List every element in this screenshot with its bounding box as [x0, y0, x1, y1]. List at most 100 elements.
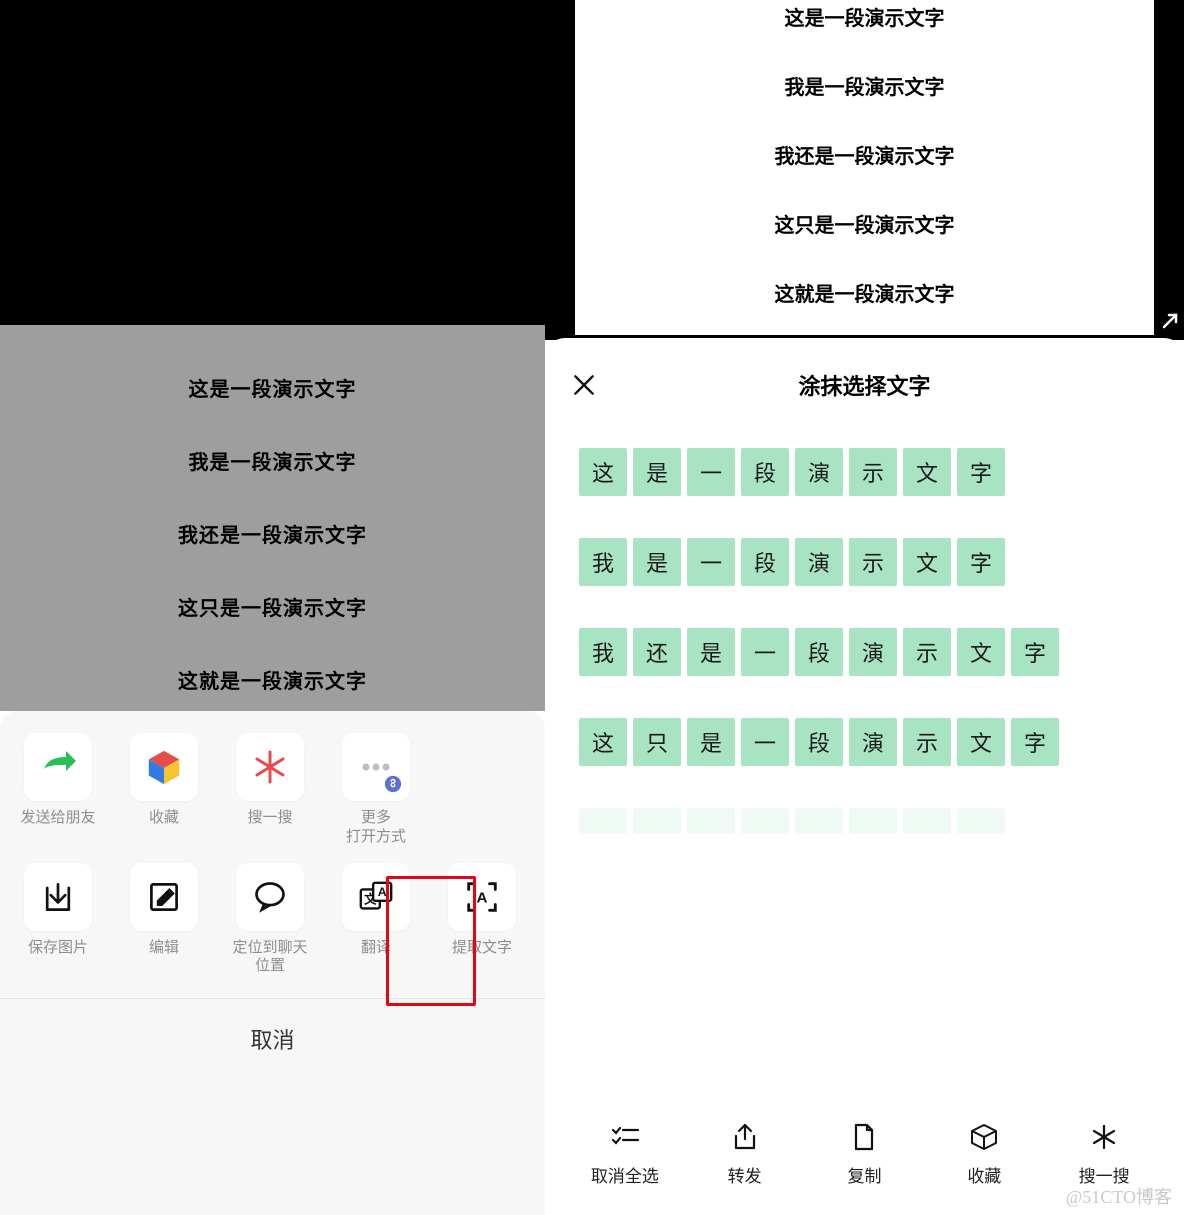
demo-text-line: 这是一段演示文字 — [785, 2, 945, 31]
char-box[interactable]: 是 — [633, 538, 681, 586]
tile-label: 发送给朋友 — [20, 809, 95, 828]
share-arrow-icon — [38, 747, 78, 787]
char-box[interactable]: 演 — [849, 628, 897, 676]
left-black-area — [0, 0, 545, 325]
demo-text-line: 我是一段演示文字 — [785, 71, 945, 100]
locate-in-chat-button[interactable]: 定位到聊天 位置 — [226, 863, 314, 977]
demo-text-line: 这只是一段演示文字 — [178, 592, 367, 621]
char-box[interactable]: 字 — [1011, 628, 1059, 676]
copy-button[interactable]: 复制 — [814, 1122, 914, 1187]
char-box[interactable]: 段 — [795, 628, 843, 676]
char-box[interactable]: 字 — [957, 538, 1005, 586]
char-box[interactable]: 是 — [687, 628, 735, 676]
black-strip-right — [1154, 0, 1184, 335]
char-row: 我还是一段演示文字 — [579, 628, 1150, 676]
action-row-1: 发送给朋友 收藏 — [14, 733, 531, 847]
char-box[interactable]: 字 — [957, 448, 1005, 496]
left-image-preview: 这是一段演示文字 我是一段演示文字 我还是一段演示文字 这只是一段演示文字 这就… — [0, 325, 545, 711]
more-open-with-button[interactable]: 更多 打开方式 — [332, 733, 420, 847]
right-screenshot: 这是一段演示文字 我是一段演示文字 我还是一段演示文字 这只是一段演示文字 这就… — [545, 0, 1184, 1215]
char-box[interactable]: 我 — [579, 538, 627, 586]
char-row: 这是一段演示文字 — [579, 448, 1150, 496]
search-button[interactable]: 搜一搜 — [226, 733, 314, 847]
char-box[interactable]: 是 — [633, 448, 681, 496]
char-box[interactable]: 文 — [903, 538, 951, 586]
right-image-preview: 这是一段演示文字 我是一段演示文字 我还是一段演示文字 这只是一段演示文字 这就… — [575, 0, 1154, 335]
char-box[interactable]: 演 — [795, 448, 843, 496]
char-box[interactable]: 一 — [687, 538, 735, 586]
ocr-extract-icon: A — [463, 878, 501, 916]
tile-label: 保存图片 — [28, 939, 88, 958]
tile-label: 收藏 — [149, 809, 179, 828]
char-box[interactable]: 只 — [633, 718, 681, 766]
checklist-icon — [610, 1122, 640, 1152]
translate-button[interactable]: 文 A 翻译 — [332, 863, 420, 977]
char-box[interactable]: 我 — [579, 628, 627, 676]
tile-label: 更多 打开方式 — [346, 809, 406, 847]
demo-text-line: 这只是一段演示文字 — [775, 209, 955, 238]
char-box[interactable]: 示 — [903, 628, 951, 676]
watermark-text: @51CTO博客 — [1066, 1183, 1172, 1209]
document-icon — [852, 1122, 876, 1152]
char-box[interactable]: 文 — [957, 628, 1005, 676]
char-row-ghost — [579, 808, 1150, 834]
char-row: 这只是一段演示文字 — [579, 718, 1150, 766]
demo-text-line: 我还是一段演示文字 — [178, 519, 367, 548]
demo-text-line: 这是一段演示文字 — [189, 373, 357, 402]
char-box[interactable]: 段 — [795, 718, 843, 766]
selectable-text-area: 这是一段演示文字 我是一段演示文字 我还是一段演示文字 这只是一段演示文字 — [545, 408, 1184, 1105]
deselect-all-button[interactable]: 取消全选 — [575, 1122, 675, 1187]
char-box[interactable]: 段 — [741, 448, 789, 496]
favorite-button[interactable]: 收藏 — [934, 1122, 1034, 1187]
extract-text-button[interactable]: A 提取文字 — [438, 863, 526, 977]
expand-arrow-icon[interactable] — [1160, 311, 1180, 331]
char-box[interactable]: 这 — [579, 448, 627, 496]
translate-icon: 文 A — [357, 878, 395, 916]
chat-bubble-icon — [251, 879, 289, 915]
char-box[interactable]: 还 — [633, 628, 681, 676]
char-box[interactable]: 演 — [849, 718, 897, 766]
search-button[interactable]: 搜一搜 — [1054, 1122, 1154, 1187]
char-box[interactable]: 演 — [795, 538, 843, 586]
action-label: 收藏 — [967, 1162, 1001, 1187]
panel-title: 涂抹选择文字 — [545, 369, 1184, 401]
right-top-preview: 这是一段演示文字 我是一段演示文字 我还是一段演示文字 这只是一段演示文字 这就… — [545, 0, 1184, 335]
edit-button[interactable]: 编辑 — [120, 863, 208, 977]
action-label: 取消全选 — [591, 1162, 659, 1187]
favorite-button[interactable]: 收藏 — [120, 733, 208, 847]
char-box[interactable]: 示 — [849, 538, 897, 586]
char-box[interactable]: 文 — [903, 448, 951, 496]
panel-header: 涂抹选择文字 — [545, 338, 1184, 408]
forward-button[interactable]: 转发 — [695, 1122, 795, 1187]
char-box[interactable]: 一 — [741, 628, 789, 676]
cube-outline-icon — [970, 1122, 998, 1152]
char-box[interactable]: 一 — [687, 448, 735, 496]
char-box[interactable]: 字 — [1011, 718, 1059, 766]
char-box[interactable]: 一 — [741, 718, 789, 766]
cancel-button[interactable]: 取消 — [14, 999, 531, 1073]
char-box[interactable]: 示 — [903, 718, 951, 766]
char-box[interactable]: 文 — [957, 718, 1005, 766]
black-strip-left — [545, 0, 575, 335]
char-row: 我是一段演示文字 — [579, 538, 1150, 586]
char-box[interactable]: 示 — [849, 448, 897, 496]
demo-text-line: 我还是一段演示文字 — [775, 140, 955, 169]
edit-pencil-icon — [146, 879, 182, 915]
download-icon — [40, 879, 76, 915]
char-box[interactable]: 段 — [741, 538, 789, 586]
action-sheet: 发送给朋友 收藏 — [0, 711, 545, 1215]
send-to-friends-button[interactable]: 发送给朋友 — [14, 733, 102, 847]
text-select-panel: 涂抹选择文字 这是一段演示文字 我是一段演示文字 我还是一段演示文字 这只是一段… — [545, 338, 1184, 1215]
demo-text-line: 这就是一段演示文字 — [178, 665, 367, 694]
demo-text-line: 这就是一段演示文字 — [775, 278, 955, 307]
action-label: 转发 — [728, 1162, 762, 1187]
tile-label: 定位到聊天 位置 — [232, 939, 307, 977]
svg-text:A: A — [477, 889, 488, 906]
char-box[interactable]: 这 — [579, 718, 627, 766]
share-up-icon — [732, 1122, 758, 1152]
svg-text:A: A — [378, 885, 387, 899]
save-image-button[interactable]: 保存图片 — [14, 863, 102, 977]
tile-label: 编辑 — [149, 939, 179, 958]
char-box[interactable]: 是 — [687, 718, 735, 766]
action-label: 复制 — [847, 1162, 881, 1187]
